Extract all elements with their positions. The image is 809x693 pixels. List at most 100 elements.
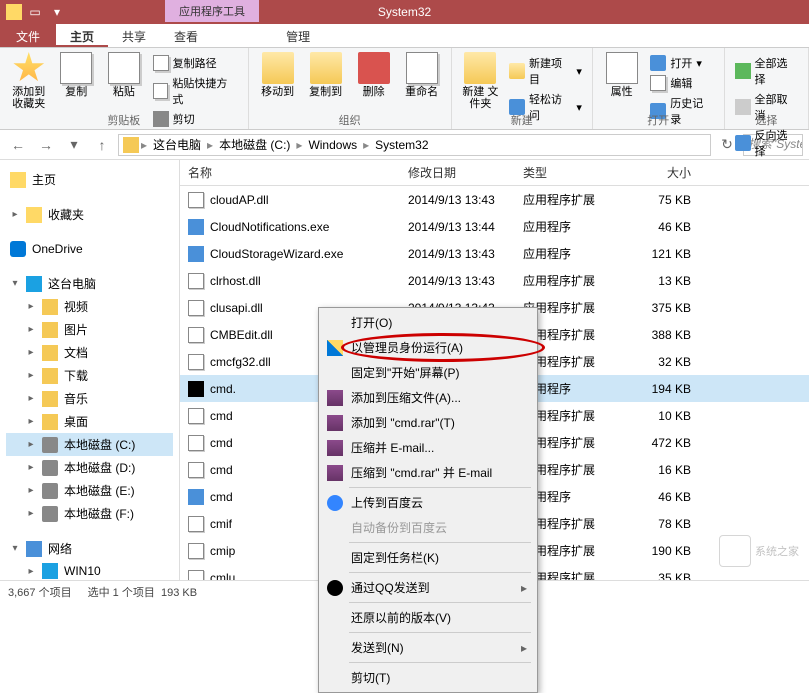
pictures-icon — [42, 322, 58, 338]
file-name: cmcfg32.dll — [210, 355, 271, 369]
new-item-button[interactable]: 新建项目 ▾ — [507, 54, 584, 88]
col-name-header[interactable]: 名称 — [180, 160, 400, 185]
cm-add-cmd-rar[interactable]: 添加到 "cmd.rar"(T) — [321, 410, 535, 435]
ribbon: 添加到 收藏夹 复制 粘贴 复制路径 粘贴快捷方式 剪切 剪贴板 移动到 — [0, 48, 809, 130]
cm-pin-start[interactable]: 固定到"开始"屏幕(P) — [321, 360, 535, 385]
nav-pictures[interactable]: ▸图片 — [6, 318, 173, 341]
nav-disk-c[interactable]: ▸本地磁盘 (C:) — [6, 433, 173, 456]
rar-icon — [327, 390, 343, 406]
cm-compress-email[interactable]: 压缩并 E-mail... — [321, 435, 535, 460]
nav-win10[interactable]: ▸WIN10 — [6, 560, 173, 580]
file-name: cmd — [210, 463, 233, 477]
disk-icon — [42, 460, 58, 476]
qat-new-icon[interactable]: ▾ — [48, 3, 66, 21]
nav-disk-d[interactable]: ▸本地磁盘 (D:) — [6, 456, 173, 479]
file-type: 应用程序 — [515, 214, 620, 239]
watermark-icon — [719, 535, 751, 567]
open-icon — [650, 55, 666, 71]
breadcrumb[interactable]: ▸ 这台电脑 ▸ 本地磁盘 (C:) ▸ Windows ▸ System32 — [118, 134, 711, 156]
new-folder-icon — [464, 52, 496, 84]
recent-dropdown[interactable]: ▾ — [62, 133, 86, 157]
app-icon — [6, 4, 22, 20]
file-icon — [188, 462, 204, 478]
file-icon — [188, 408, 204, 424]
cm-send-qq[interactable]: 通过QQ发送到▸ — [321, 575, 535, 600]
shield-icon — [327, 340, 343, 356]
select-group-label: 选择 — [725, 112, 808, 128]
cm-add-rar[interactable]: 添加到压缩文件(A)... — [321, 385, 535, 410]
select-all-button[interactable]: 全部选择 — [733, 54, 800, 88]
pc-icon — [123, 137, 139, 153]
cm-cut[interactable]: 剪切(T) — [321, 665, 535, 690]
nav-onedrive[interactable]: OneDrive — [6, 238, 173, 260]
manage-tab[interactable]: 管理 — [272, 24, 324, 47]
view-tab[interactable]: 查看 — [160, 24, 212, 47]
selected-info: 选中 1 个项目 193 KB — [88, 584, 197, 600]
back-button[interactable]: ← — [6, 133, 30, 157]
nav-network[interactable]: ▾网络 — [6, 537, 173, 560]
cm-run-as-admin[interactable]: 以管理员身份运行(A) — [321, 335, 535, 360]
home-icon — [10, 172, 26, 188]
share-tab[interactable]: 共享 — [108, 24, 160, 47]
qq-icon — [327, 580, 343, 596]
file-icon — [188, 570, 204, 581]
open-group-label: 打开 — [593, 112, 724, 128]
nav-home[interactable]: 主页 — [6, 168, 173, 191]
file-row[interactable]: CloudNotifications.exe2014/9/13 13:44应用程… — [180, 213, 809, 240]
nav-disk-e[interactable]: ▸本地磁盘 (E:) — [6, 479, 173, 502]
col-size-header[interactable]: 大小 — [620, 160, 700, 185]
cm-restore-prev[interactable]: 还原以前的版本(V) — [321, 605, 535, 630]
breadcrumb-disk-c[interactable]: 本地磁盘 (C:) — [215, 134, 294, 155]
rar-icon — [327, 465, 343, 481]
cm-compress-cmd-email[interactable]: 压缩到 "cmd.rar" 并 E-mail — [321, 460, 535, 485]
nav-disk-f[interactable]: ▸本地磁盘 (F:) — [6, 502, 173, 525]
address-bar: ← → ▾ ↑ ▸ 这台电脑 ▸ 本地磁盘 (C:) ▸ Windows ▸ S… — [0, 130, 809, 160]
breadcrumb-this-pc[interactable]: 这台电脑 — [149, 134, 205, 155]
col-type-header[interactable]: 类型 — [515, 160, 620, 185]
disk-icon — [42, 437, 58, 453]
qat-props-icon[interactable]: ▭ — [26, 3, 44, 21]
window-title: System32 — [378, 5, 431, 19]
edit-icon — [650, 75, 666, 91]
nav-this-pc[interactable]: ▾这台电脑 — [6, 272, 173, 295]
invert-selection-button[interactable]: 反向选择 — [733, 126, 800, 160]
file-row[interactable]: clrhost.dll2014/9/13 13:43应用程序扩展13 KB — [180, 267, 809, 294]
home-tab[interactable]: 主页 — [56, 24, 108, 47]
file-name: cmif — [210, 517, 232, 531]
file-tab[interactable]: 文件 — [0, 24, 56, 47]
properties-icon — [606, 52, 638, 84]
file-name: clusapi.dll — [210, 301, 263, 315]
context-tool-tab[interactable]: 应用程序工具 — [165, 0, 259, 22]
paste-shortcut-button[interactable]: 粘贴快捷方式 — [151, 74, 240, 108]
col-date-header[interactable]: 修改日期 — [400, 160, 515, 185]
cm-pin-taskbar[interactable]: 固定到任务栏(K) — [321, 545, 535, 570]
nav-favorites[interactable]: ▸收藏夹 — [6, 203, 173, 226]
menu-separator — [349, 632, 531, 633]
copy-path-button[interactable]: 复制路径 — [151, 54, 240, 72]
file-row[interactable]: CloudStorageWizard.exe2014/9/13 13:43应用程… — [180, 240, 809, 267]
open-button[interactable]: 打开 ▾ — [648, 54, 715, 72]
nav-music[interactable]: ▸音乐 — [6, 387, 173, 410]
file-size: 75 KB — [620, 189, 700, 211]
breadcrumb-system32[interactable]: System32 — [371, 136, 432, 154]
watermark: 系统之家 — [719, 535, 799, 567]
file-name: CloudStorageWizard.exe — [210, 247, 343, 261]
cm-send-to[interactable]: 发送到(N)▸ — [321, 635, 535, 660]
nav-downloads[interactable]: ▸下载 — [6, 364, 173, 387]
file-row[interactable]: cloudAP.dll2014/9/13 13:43应用程序扩展75 KB — [180, 186, 809, 213]
file-icon — [188, 354, 204, 370]
forward-button[interactable]: → — [34, 133, 58, 157]
nav-videos[interactable]: ▸视频 — [6, 295, 173, 318]
up-button[interactable]: ↑ — [90, 133, 114, 157]
edit-button[interactable]: 编辑 — [648, 74, 715, 92]
file-icon — [188, 435, 204, 451]
file-icon — [188, 192, 204, 208]
cm-open[interactable]: 打开(O) — [321, 310, 535, 335]
rar-icon — [327, 440, 343, 456]
file-name: cmd — [210, 436, 233, 450]
nav-documents[interactable]: ▸文档 — [6, 341, 173, 364]
breadcrumb-windows[interactable]: Windows — [304, 136, 361, 154]
cm-upload-baidu[interactable]: 上传到百度云 — [321, 490, 535, 515]
nav-desktop[interactable]: ▸桌面 — [6, 410, 173, 433]
file-name: cmd. — [210, 382, 236, 396]
